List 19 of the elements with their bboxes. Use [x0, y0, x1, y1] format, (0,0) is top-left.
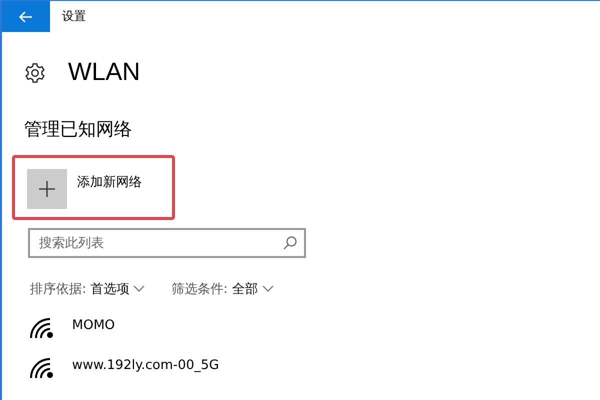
section-heading: 管理已知网络 [24, 118, 133, 141]
network-name[interactable]: MOMO [72, 318, 115, 333]
wifi-signal-icon [30, 318, 56, 338]
sort-dropdown[interactable]: 排序依据: 首选项 [30, 280, 146, 298]
page-title: WLAN [68, 58, 140, 87]
back-button[interactable] [2, 1, 50, 32]
add-network-button[interactable] [27, 169, 67, 209]
back-arrow-icon [19, 10, 33, 22]
filter-dropdown[interactable]: 筛选条件: 全部 [171, 280, 274, 298]
wifi-signal-icon [30, 358, 56, 378]
window-title: 设置 [62, 8, 86, 25]
chevron-down-icon [133, 285, 146, 293]
plus-icon [39, 181, 55, 197]
network-name[interactable]: www.192ly.com-00_5G [72, 358, 220, 373]
search-icon [283, 236, 297, 250]
add-network-label: 添加新网络 [77, 174, 142, 191]
search-field[interactable]: 搜索此列表 [28, 228, 306, 258]
settings-icon [24, 62, 46, 84]
chevron-down-icon [262, 285, 274, 293]
